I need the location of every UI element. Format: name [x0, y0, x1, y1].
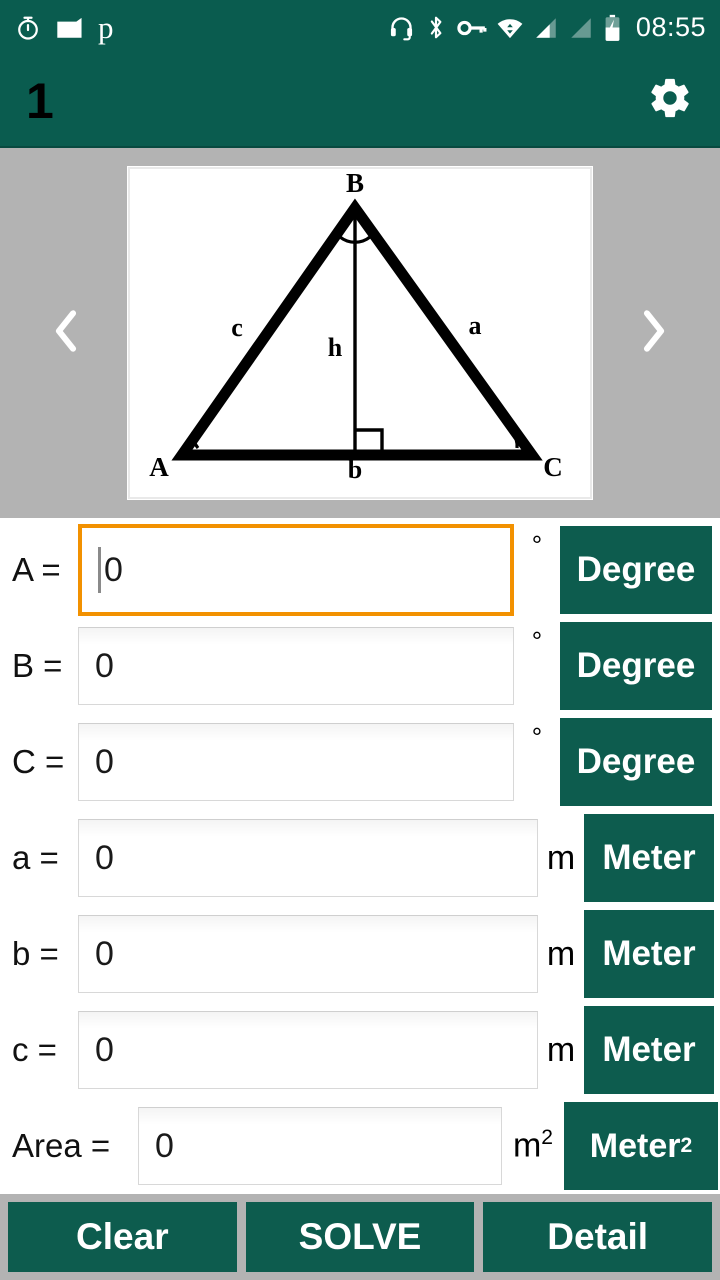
input-row-side-b: b = 0 m Meter: [0, 908, 720, 1000]
unit-symbol-meter-squared: m2: [502, 1126, 564, 1165]
bluetooth-icon: [424, 14, 448, 41]
solve-button[interactable]: SOLVE: [245, 1202, 475, 1272]
status-bar-clock: 08:55: [635, 12, 706, 42]
text-caret: [98, 547, 101, 593]
signal-sim1-icon: [533, 16, 559, 40]
svg-text:b: b: [348, 455, 362, 484]
input-angle-c[interactable]: 0: [78, 723, 514, 801]
unit-symbol-meter-squared-base: m: [512, 1126, 542, 1165]
unit-button-meter-b[interactable]: Meter: [584, 910, 714, 998]
svg-text:B: B: [346, 168, 364, 198]
unit-button-meter-squared-sup: 2: [680, 1134, 693, 1157]
chevron-right-icon: [639, 308, 669, 359]
unit-symbol-meter-c: m: [546, 1030, 576, 1069]
svg-text:h: h: [328, 333, 343, 362]
battery-charging-icon: [603, 14, 622, 42]
input-side-b[interactable]: 0: [78, 915, 538, 993]
carousel-prev-button[interactable]: [38, 298, 94, 368]
unit-button-degree-a[interactable]: Degree: [560, 526, 712, 614]
unit-button-meter-a[interactable]: Meter: [584, 814, 714, 902]
unit-button-degree-b[interactable]: Degree: [560, 622, 712, 710]
input-area[interactable]: 0: [138, 1107, 502, 1185]
svg-text:c: c: [231, 313, 243, 342]
page-title: 1: [26, 72, 54, 129]
input-angle-a[interactable]: 0: [78, 524, 514, 616]
label-area: Area =: [12, 1127, 111, 1164]
unit-button-degree-c[interactable]: Degree: [560, 718, 712, 806]
letter-p-icon: p: [98, 10, 114, 45]
input-row-side-a: a = 0 m Meter: [0, 812, 720, 904]
status-bar-right-icons: 08:55: [388, 12, 706, 43]
carousel-next-button[interactable]: [626, 298, 682, 368]
svg-text:A: A: [149, 452, 169, 482]
detail-button[interactable]: Detail: [483, 1202, 713, 1272]
input-side-a-value: 0: [95, 838, 114, 877]
svg-text:C: C: [543, 452, 563, 482]
input-angle-b-value: 0: [95, 646, 114, 685]
label-side-a: a =: [12, 839, 59, 876]
unit-symbol-degree-a: °: [531, 530, 543, 560]
input-angle-b[interactable]: 0: [78, 627, 514, 705]
unit-symbol-meter-a: m: [546, 838, 576, 877]
unit-button-meter-squared-base: Meter: [589, 1126, 681, 1165]
chevron-left-icon: [51, 308, 81, 359]
input-side-c-value: 0: [95, 1030, 114, 1069]
input-angle-a-value: 0: [104, 550, 123, 589]
triangle-diagram[interactable]: B A C c a b h: [127, 166, 593, 500]
app-bar: 1: [0, 55, 720, 148]
label-angle-c: C =: [12, 743, 65, 780]
input-row-angle-b: B = 0 ° Degree: [0, 620, 720, 712]
input-side-c[interactable]: 0: [78, 1011, 538, 1089]
status-bar: p 08:55: [0, 0, 720, 55]
input-side-a[interactable]: 0: [78, 819, 538, 897]
unit-symbol-degree-b: °: [531, 626, 543, 656]
settings-button[interactable]: [642, 73, 698, 129]
svg-text:a: a: [469, 311, 482, 340]
input-area-value: 0: [155, 1126, 174, 1165]
input-row-angle-c: C = 0 ° Degree: [0, 716, 720, 808]
input-side-b-value: 0: [95, 934, 114, 973]
vpn-key-icon: [457, 17, 487, 39]
wifi-icon: [496, 15, 524, 41]
action-bar: Clear SOLVE Detail: [0, 1194, 720, 1280]
input-angle-c-value: 0: [95, 742, 114, 781]
clear-button[interactable]: Clear: [8, 1202, 237, 1272]
input-row-side-c: c = 0 m Meter: [0, 1004, 720, 1096]
signal-sim2-icon: [568, 16, 594, 40]
app-root: p 08:55 1 B A C c a b h A = 0 ° Degree B…: [0, 0, 720, 1280]
unit-symbol-degree-c: °: [531, 722, 543, 752]
label-side-c: c =: [12, 1031, 57, 1068]
unit-symbol-meter-squared-sup: 2: [541, 1126, 554, 1150]
unit-symbol-meter-b: m: [546, 934, 576, 973]
diagram-carousel: B A C c a b h: [0, 148, 720, 518]
gear-icon: [647, 75, 693, 126]
input-row-area: Area = 0 m2 Meter 2: [0, 1100, 720, 1192]
label-angle-a: A =: [12, 551, 61, 588]
unit-button-meter-squared[interactable]: Meter 2: [564, 1102, 718, 1190]
headset-icon: [388, 14, 415, 41]
label-side-b: b =: [12, 935, 59, 972]
sd-card-icon: [55, 14, 85, 42]
label-angle-b: B =: [12, 647, 63, 684]
alarm-timer-icon: [14, 14, 42, 42]
triangle-input-form: A = 0 ° Degree B = 0 ° Degree C = 0 ° De…: [0, 518, 720, 1194]
unit-button-meter-c[interactable]: Meter: [584, 1006, 714, 1094]
input-row-angle-a: A = 0 ° Degree: [0, 524, 720, 616]
status-bar-left-icons: p: [14, 12, 114, 43]
